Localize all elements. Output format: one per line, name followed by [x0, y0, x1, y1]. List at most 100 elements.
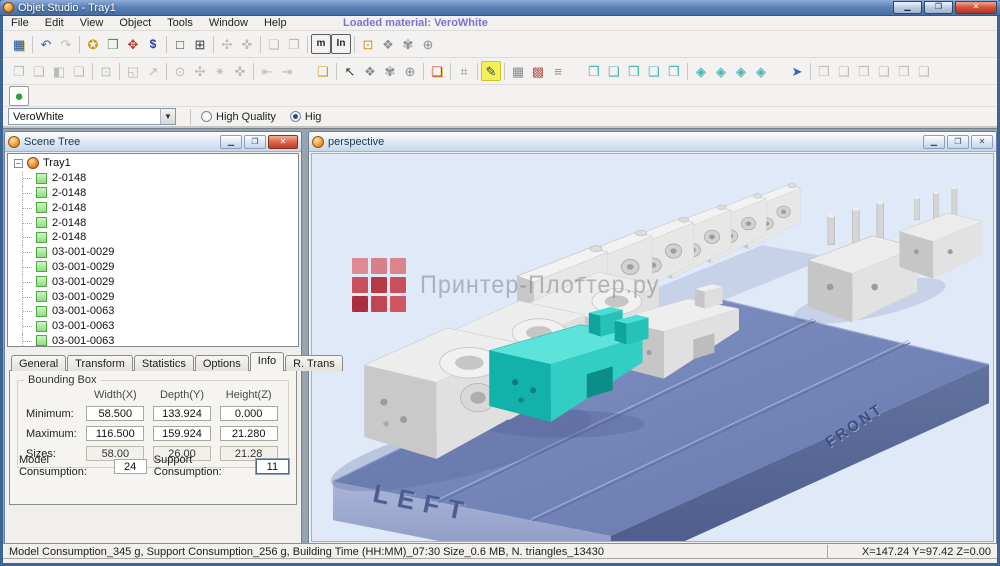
- tree-item[interactable]: 2-0148: [8, 200, 298, 216]
- build-tray-icon[interactable]: ▦: [9, 34, 29, 54]
- compass-icon[interactable]: ❖: [378, 34, 398, 54]
- window-link-icon[interactable]: ⊕: [418, 34, 438, 54]
- menu-object[interactable]: Object: [111, 16, 159, 30]
- tree-item[interactable]: 2-0148: [8, 185, 298, 201]
- tab-transform[interactable]: Transform: [67, 355, 133, 371]
- cube-face-left-icon[interactable]: ❐: [584, 61, 604, 81]
- scene-tree-close-button[interactable]: ✕: [268, 134, 298, 149]
- tree-item[interactable]: 2-0148: [8, 170, 298, 186]
- viewport-3d[interactable]: LEFT LEFT FRONT FRONT Принтер-Плоттер.ру: [311, 153, 994, 542]
- menu-file[interactable]: File: [3, 16, 37, 30]
- minimum-x-field[interactable]: 58.500: [86, 406, 145, 421]
- model-consumption-field[interactable]: 24: [113, 458, 147, 474]
- menu-help[interactable]: Help: [256, 16, 295, 30]
- auto-placement-icon[interactable]: ✥: [123, 34, 143, 54]
- tab-statistics[interactable]: Statistics: [133, 355, 194, 371]
- fly-mode-icon[interactable]: ➤: [787, 61, 807, 81]
- cube-face-back-icon[interactable]: ❐: [664, 61, 684, 81]
- minimum-y-field[interactable]: 133.924: [152, 406, 211, 421]
- view-wire-icon: ❏: [73, 64, 85, 79]
- bounding-box-grid: Width(X) Depth(Y) Height(Z) Minimum: 58.…: [18, 381, 288, 461]
- perspective-titlebar[interactable]: perspective ▁ ❐ ✕: [309, 132, 996, 152]
- paint-selected-icon[interactable]: ✎: [481, 61, 501, 81]
- tab-general[interactable]: General: [11, 355, 67, 371]
- grid-material-icon[interactable]: ▩: [528, 61, 548, 81]
- rotate-z-icon[interactable]: ◈: [731, 61, 751, 81]
- transform-box-icon[interactable]: ⌗: [454, 61, 474, 81]
- toolbar-separator: [450, 62, 451, 80]
- material-status-icon[interactable]: ●: [9, 85, 29, 106]
- select-cursor-icon[interactable]: ↖: [340, 61, 360, 81]
- tree-item[interactable]: 03-001-0029: [8, 244, 298, 260]
- axes-icon[interactable]: ❖: [360, 61, 380, 81]
- millimeters-icon[interactable]: m: [311, 34, 331, 54]
- tree-item[interactable]: 03-001-0029: [8, 274, 298, 290]
- cube-face-front-icon[interactable]: ❏: [644, 61, 664, 81]
- tab-r-trans[interactable]: R. Trans: [285, 355, 343, 371]
- tree-item[interactable]: 03-001-0029: [8, 259, 298, 275]
- window-maximize-button[interactable]: ❐: [924, 1, 953, 14]
- lock-icon[interactable]: ✪: [83, 34, 103, 54]
- tab-info[interactable]: Info: [249, 352, 285, 371]
- scene-tree-titlebar[interactable]: Scene Tree ▁ ❐ ✕: [5, 132, 301, 152]
- cube-face-right-icon[interactable]: ❑: [604, 61, 624, 81]
- tree-item[interactable]: 2-0148: [8, 229, 298, 245]
- rotate-y-icon[interactable]: ◈: [711, 61, 731, 81]
- tree-item[interactable]: 03-001-0063: [8, 318, 298, 334]
- chevron-down-icon[interactable]: ▼: [160, 109, 175, 124]
- undo-icon[interactable]: ↶: [36, 34, 56, 54]
- zoom-region-icon[interactable]: ⊡: [358, 34, 378, 54]
- objet-studio-window: Objet Studio - Tray1 ▁ ❐ ✕ File Edit Vie…: [0, 0, 1000, 566]
- window-minimize-button[interactable]: ▁: [893, 1, 922, 14]
- layout-single-icon[interactable]: □: [170, 34, 190, 54]
- maximum-x-field[interactable]: 116.500: [86, 426, 145, 441]
- toolbar-separator: [354, 35, 355, 53]
- group-objects-icon[interactable]: ❏: [313, 61, 333, 81]
- menu-tools[interactable]: Tools: [159, 16, 201, 30]
- scene-tree-minimize-button[interactable]: ▁: [220, 134, 242, 149]
- row-minimum-label: Minimum:: [26, 407, 74, 420]
- snapshot-icon: ◱: [126, 64, 140, 79]
- perspective-maximize-button[interactable]: ❐: [947, 134, 969, 149]
- tree-connector: [22, 170, 36, 186]
- perspective-minimize-button[interactable]: ▁: [923, 134, 945, 149]
- estimate-cost-icon[interactable]: $: [143, 34, 163, 54]
- material-combobox[interactable]: VeroWhite ▼: [8, 108, 176, 125]
- minimum-z-field[interactable]: 0.000: [219, 406, 278, 421]
- insert-object-icon[interactable]: ❒: [103, 34, 123, 54]
- toolbar-separator: [504, 62, 505, 80]
- tree-item[interactable]: 2-0148: [8, 215, 298, 230]
- maximum-z-field[interactable]: 21.280: [219, 426, 278, 441]
- tree-root-row[interactable]: − Tray1: [8, 156, 298, 171]
- tree-item[interactable]: 03-001-0029: [8, 289, 298, 304]
- tree-view-icon[interactable]: ✾: [398, 34, 418, 54]
- radio-high-speed[interactable]: Hig: [289, 111, 321, 123]
- radio-high-quality[interactable]: High Quality: [201, 111, 276, 123]
- model-consumption-label: Model Consumption:: [19, 454, 87, 478]
- rotate-x-icon[interactable]: ◈: [691, 61, 711, 81]
- menu-edit[interactable]: Edit: [37, 16, 72, 30]
- toolbar-main: ▦ ↶ ↷ ✪ ❒ ✥ $ □ ⊞ ✣ ✜ ❏ ❐ m In ⊡ ❖ ✾ ⊕: [3, 31, 997, 58]
- grid-icon[interactable]: ▦: [508, 61, 528, 81]
- menu-view[interactable]: View: [72, 16, 112, 30]
- magic-placement-icon[interactable]: ❑: [427, 61, 447, 81]
- attach-icon[interactable]: ⊕: [400, 61, 420, 81]
- part-node-icon: [36, 261, 47, 273]
- support-consumption-field[interactable]: 11: [255, 458, 289, 474]
- hierarchy-icon[interactable]: ✾: [380, 61, 400, 81]
- tree-item[interactable]: 03-001-0063: [8, 303, 298, 319]
- scene-tree-maximize-button[interactable]: ❐: [244, 134, 266, 149]
- menu-window[interactable]: Window: [201, 16, 256, 30]
- tree-item[interactable]: 03-001-0063: [8, 333, 298, 346]
- tab-options[interactable]: Options: [194, 355, 249, 371]
- rotate-free-icon[interactable]: ◈: [751, 61, 771, 81]
- inches-icon[interactable]: In: [331, 34, 351, 54]
- perspective-close-button[interactable]: ✕: [971, 134, 993, 149]
- part-node-icon: [36, 187, 47, 199]
- window-close-button[interactable]: ✕: [955, 1, 997, 14]
- layout-split-icon[interactable]: ⊞: [190, 34, 210, 54]
- cube-face-top-icon[interactable]: ❒: [624, 61, 644, 81]
- list-view-icon[interactable]: ≡: [548, 61, 568, 81]
- collapse-icon[interactable]: −: [14, 158, 23, 168]
- maximum-y-field[interactable]: 159.924: [152, 426, 211, 441]
